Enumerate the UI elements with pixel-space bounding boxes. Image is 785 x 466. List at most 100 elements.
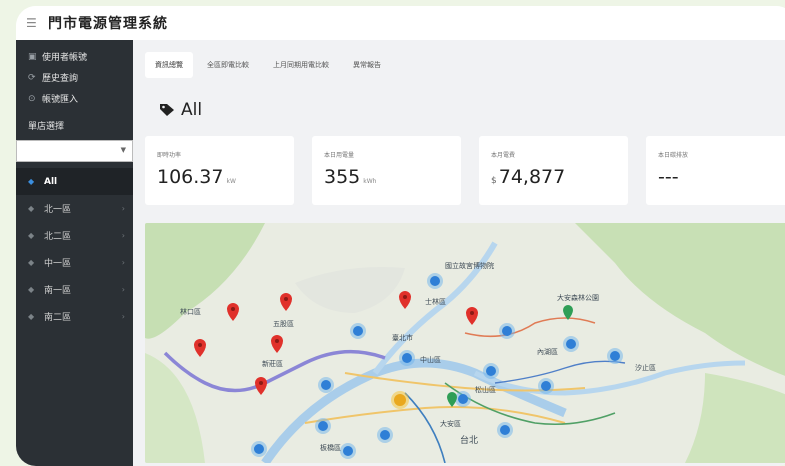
cluster-marker[interactable] bbox=[251, 441, 267, 457]
kpi-label: 即時功率 bbox=[157, 152, 182, 159]
map-label: 林口區 bbox=[180, 308, 201, 316]
store-map[interactable]: 林口區 五股區 新莊區 臺北市 中山區 內湖區 汐止區 士林區 國立故宮博物院 … bbox=[145, 223, 785, 463]
kpi-value: 106.37 kW bbox=[157, 166, 236, 188]
sidebar-item-label: 歷史查詢 bbox=[42, 74, 79, 84]
app-title: 門市電源管理系統 bbox=[48, 16, 168, 32]
kpi-value: $74,877 bbox=[491, 166, 565, 188]
tree-item-central-1[interactable]: ◆ 中一區 › bbox=[16, 249, 133, 276]
kpi-label: 本日用電量 bbox=[324, 152, 355, 159]
map-label: 中山區 bbox=[420, 356, 441, 364]
kpi-number: 355 bbox=[324, 166, 361, 188]
map-label: 台北 bbox=[460, 436, 479, 446]
kpi-card-monthly-cost: 本月電費 $74,877 bbox=[479, 136, 628, 205]
tag-icon: ◆ bbox=[28, 204, 35, 213]
chevron-right-icon: › bbox=[121, 258, 125, 267]
kpi-label: 本日碳排放 bbox=[658, 152, 689, 159]
map-label: 國立故宮博物院 bbox=[445, 262, 494, 270]
tag-icon bbox=[160, 104, 174, 116]
map-label: 五股區 bbox=[273, 320, 294, 328]
tab-overview[interactable]: 資訊總覽 bbox=[145, 52, 193, 78]
tab-last-month-compare[interactable]: 上月同期用電比較 bbox=[263, 52, 339, 78]
tag-icon: ◆ bbox=[28, 231, 35, 240]
map-canvas[interactable] bbox=[145, 223, 785, 463]
sidebar-item-history[interactable]: ⟳ 歷史查詢 bbox=[16, 67, 133, 88]
page-title: All bbox=[159, 100, 202, 120]
map-label: 板橋區 bbox=[320, 444, 341, 452]
cluster-marker[interactable] bbox=[315, 418, 331, 434]
menu-icon[interactable]: ☰ bbox=[26, 16, 42, 30]
tag-icon: ◆ bbox=[28, 258, 35, 267]
kpi-number: 74,877 bbox=[498, 166, 566, 188]
tree-item-label: 南一區 bbox=[44, 286, 72, 296]
sidebar-item-import[interactable]: ⊙ 帳號匯入 bbox=[16, 88, 133, 109]
kpi-value: --- bbox=[658, 166, 679, 188]
chevron-right-icon: › bbox=[121, 312, 125, 321]
cluster-marker[interactable] bbox=[427, 273, 443, 289]
kpi-prefix: $ bbox=[491, 176, 497, 186]
tree-item-south-1[interactable]: ◆ 南一區 › bbox=[16, 276, 133, 303]
tree-item-south-2[interactable]: ◆ 南二區 › bbox=[16, 303, 133, 330]
tab-region-compare[interactable]: 全區即電比較 bbox=[197, 52, 259, 78]
tree-item-label: 中一區 bbox=[44, 259, 72, 269]
map-label: 士林區 bbox=[425, 298, 446, 306]
cluster-marker[interactable] bbox=[399, 350, 415, 366]
history-icon: ⟳ bbox=[28, 72, 36, 83]
kpi-card-carbon: 本日碳排放 --- bbox=[646, 136, 785, 205]
cluster-marker[interactable] bbox=[318, 377, 334, 393]
map-label: 松山區 bbox=[475, 386, 496, 394]
tree-item-label: 北二區 bbox=[44, 232, 72, 242]
cluster-marker[interactable] bbox=[377, 427, 393, 443]
tree-item-label: 北一區 bbox=[44, 205, 72, 215]
main-content: 資訊總覽 全區即電比較 上月同期用電比較 異常報告 All 即時功率 106.3… bbox=[133, 40, 785, 466]
page-title-text: All bbox=[181, 100, 203, 120]
tree-item-label: 南二區 bbox=[44, 313, 72, 323]
cluster-marker[interactable] bbox=[538, 378, 554, 394]
cluster-marker[interactable] bbox=[607, 348, 623, 364]
kpi-card-power: 即時功率 106.37 kW bbox=[145, 136, 294, 205]
cluster-marker[interactable] bbox=[499, 323, 515, 339]
map-label: 新莊區 bbox=[262, 360, 283, 368]
tree-item-north-1[interactable]: ◆ 北一區 › bbox=[16, 195, 133, 222]
map-label: 大安區 bbox=[440, 420, 461, 428]
tree-item-all[interactable]: ◆ All bbox=[16, 168, 133, 195]
cluster-marker-large[interactable] bbox=[391, 391, 409, 409]
map-label: 內湖區 bbox=[537, 348, 558, 356]
user-icon: ▣ bbox=[28, 51, 37, 62]
cluster-marker[interactable] bbox=[497, 422, 513, 438]
sidebar-item-label: 帳號匯入 bbox=[42, 95, 79, 105]
kpi-unit: kW bbox=[226, 178, 236, 185]
sidebar-item-user-accounts[interactable]: ▣ 使用者帳號 bbox=[16, 46, 133, 67]
tab-bar: 資訊總覽 全區即電比較 上月同期用電比較 異常報告 bbox=[145, 52, 391, 78]
tab-anomaly-report[interactable]: 異常報告 bbox=[343, 52, 391, 78]
chevron-down-icon: ▼ bbox=[120, 146, 126, 154]
title-bar: ☰ 門市電源管理系統 bbox=[16, 6, 785, 40]
tree-item-north-2[interactable]: ◆ 北二區 › bbox=[16, 222, 133, 249]
tag-icon: ◆ bbox=[28, 177, 35, 186]
cluster-marker[interactable] bbox=[350, 323, 366, 339]
kpi-row: 即時功率 106.37 kW 本日用電量 355 kWh 本月電費 $74,877 … bbox=[145, 136, 785, 205]
kpi-label: 本月電費 bbox=[491, 152, 516, 159]
cluster-marker[interactable] bbox=[483, 363, 499, 379]
chevron-right-icon: › bbox=[121, 231, 125, 240]
store-select-heading: 單店選擇 bbox=[28, 122, 65, 132]
map-label: 大安森林公園 bbox=[557, 294, 599, 302]
import-icon: ⊙ bbox=[28, 93, 36, 104]
chevron-right-icon: › bbox=[121, 285, 125, 294]
tree-item-label: All bbox=[44, 176, 58, 187]
map-label: 汐止區 bbox=[635, 364, 656, 372]
kpi-number: 106.37 bbox=[157, 166, 224, 188]
tag-icon: ◆ bbox=[28, 285, 35, 294]
sidebar: ▣ 使用者帳號 ⟳ 歷史查詢 ⊙ 帳號匯入 單店選擇 ▼ ◆ All ◆ 北一區… bbox=[16, 40, 133, 466]
cluster-marker[interactable] bbox=[455, 391, 471, 407]
region-tree: ◆ All ◆ 北一區 › ◆ 北二區 › ◆ 中一區 › ◆ 南一區 › ◆ … bbox=[16, 168, 133, 330]
chevron-right-icon: › bbox=[121, 204, 125, 213]
app-window: ☰ 門市電源管理系統 ▣ 使用者帳號 ⟳ 歷史查詢 ⊙ 帳號匯入 單店選擇 ▼ … bbox=[16, 6, 785, 466]
sidebar-item-label: 使用者帳號 bbox=[42, 53, 88, 63]
store-select[interactable]: ▼ bbox=[16, 140, 133, 162]
kpi-unit: kWh bbox=[363, 178, 377, 185]
kpi-value: 355 kWh bbox=[324, 166, 376, 188]
kpi-number: --- bbox=[658, 166, 679, 188]
cluster-marker[interactable] bbox=[563, 336, 579, 352]
map-label: 臺北市 bbox=[392, 334, 413, 342]
cluster-marker[interactable] bbox=[340, 443, 356, 459]
